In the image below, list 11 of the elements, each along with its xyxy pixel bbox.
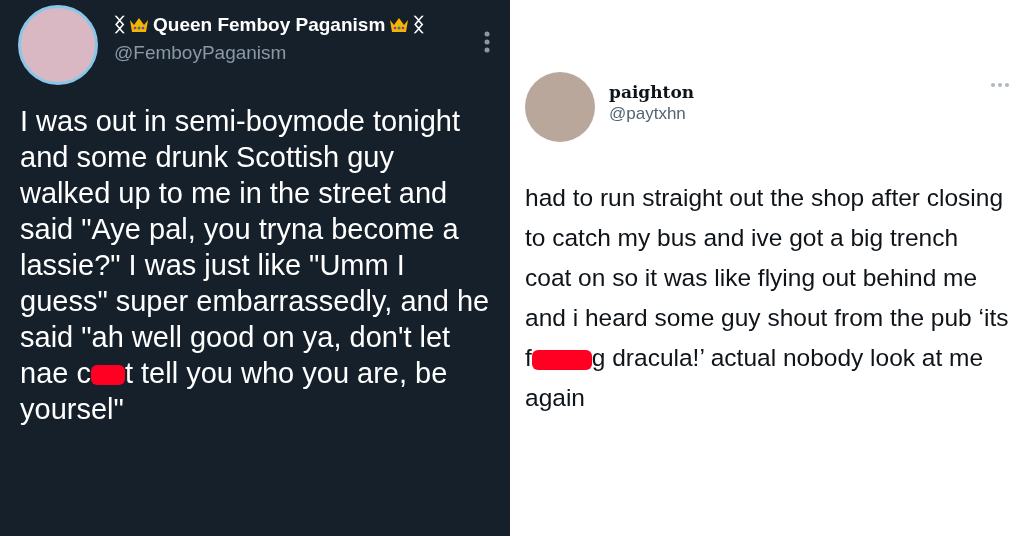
redaction-bar [531, 349, 592, 370]
tweet-text: I was out in semi-boymode tonight and some drunk Scottish guy walked up to me in the street and said "Aye pal, you tryna become a lassie?" I was just like "Umm I guess" super embarrassedly, and he said "ah well good on ya, don't let nae c t tell you who you are, be yoursel" [20, 104, 490, 427]
user-handle: @paytxhn [609, 104, 687, 124]
more-options-icon[interactable] [484, 31, 490, 53]
tweet-text: had to run straight out the shop after closing to catch my bus and ive got a big trench coat on so it was like flying out behind me and i heard some guy shout from the pub ‘its f g dracula!’ actual nobody look at me again [525, 183, 1010, 413]
user-handle: @FemboyPaganism [114, 42, 288, 64]
display-name: paighton [609, 82, 696, 102]
redaction-bar [90, 365, 125, 386]
crown-icon [129, 16, 149, 34]
crown-icon [389, 16, 410, 34]
display-name: ᛝ Queen Femboy Paganism ᛝ [114, 14, 426, 36]
